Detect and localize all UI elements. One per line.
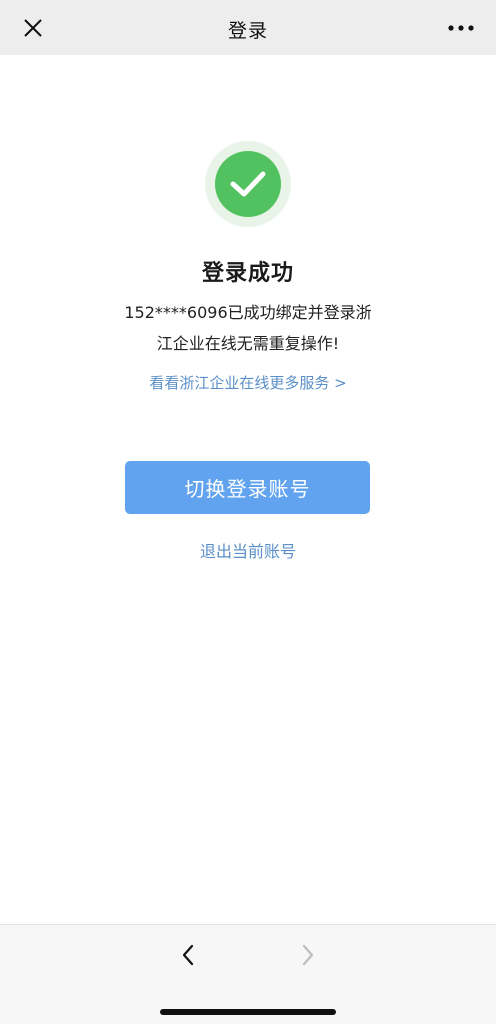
- screen: 登录 登录成功 152****6096已成功绑定并登录浙 江企业在线无需重复操作…: [0, 0, 496, 1024]
- back-button[interactable]: [170, 937, 206, 973]
- chevron-right-icon: [302, 944, 314, 966]
- result-description-line1: 152****6096已成功绑定并登录浙: [124, 303, 372, 322]
- top-navbar: 登录: [0, 0, 496, 55]
- home-indicator: [160, 1009, 336, 1015]
- result-title: 登录成功: [201, 261, 294, 286]
- switch-account-button[interactable]: 切换登录账号: [125, 461, 370, 514]
- chevron-left-icon: [182, 944, 194, 966]
- logout-link[interactable]: 退出当前账号: [0, 538, 496, 562]
- page-title: 登录: [227, 20, 268, 42]
- success-status: [205, 141, 291, 227]
- result-description-line2: 江企业在线无需重复操作!: [156, 334, 340, 353]
- check-circle-icon: [215, 151, 281, 217]
- forward-button[interactable]: [290, 937, 326, 973]
- more-dots-icon: [448, 25, 474, 31]
- more-services-link[interactable]: 看看浙江企业在线更多服务 >: [0, 372, 496, 393]
- more-button[interactable]: [442, 12, 480, 44]
- bottom-toolbar: [0, 924, 496, 1024]
